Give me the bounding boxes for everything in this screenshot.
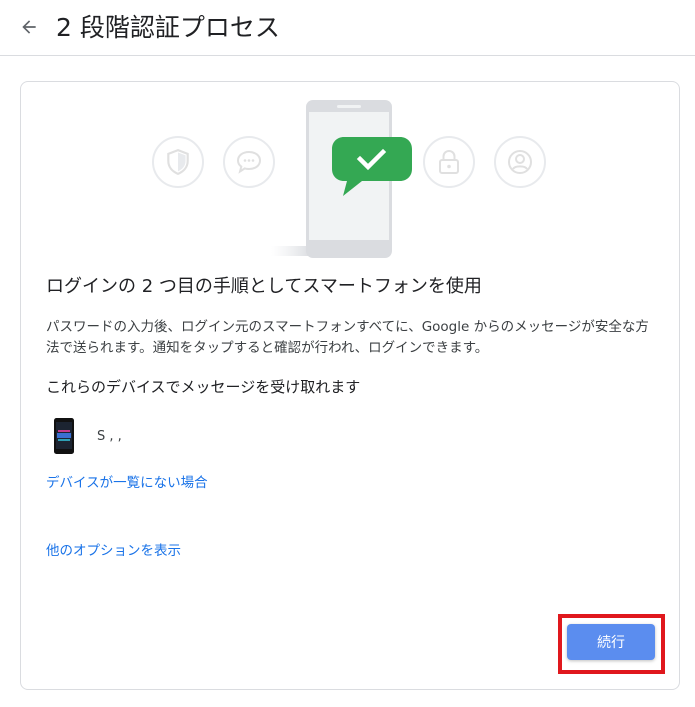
back-button[interactable]	[14, 12, 44, 42]
section-description: パスワードの入力後、ログイン元のスマートフォンすべてに、Google からのメッ…	[46, 319, 649, 356]
lock-icon	[423, 136, 475, 188]
main-card: ログインの 2 つ目の手順としてスマートフォンを使用 パスワードの入力後、ログイ…	[20, 81, 680, 690]
device-item: S , ,	[53, 416, 122, 456]
page-title: 2 段階認証プロセス	[56, 13, 280, 42]
continue-button[interactable]: 続行	[567, 624, 655, 660]
devices-heading: これらのデバイスでメッセージを受け取れます	[46, 378, 361, 396]
section-heading: ログインの 2 つ目の手順としてスマートフォンを使用	[46, 276, 482, 297]
device-missing-link[interactable]: デバイスが一覧にない場合	[46, 473, 208, 493]
top-bar: 2 段階認証プロセス	[0, 0, 695, 56]
device-name: S , ,	[97, 428, 122, 444]
hero-illustration	[21, 82, 681, 262]
chat-bubble-icon	[223, 136, 275, 188]
shield-icon	[152, 136, 204, 188]
account-icon	[494, 136, 546, 188]
phone-with-check-icon	[271, 100, 412, 258]
arrow-back-icon	[22, 20, 36, 34]
more-options-link[interactable]: 他のオプションを表示	[46, 541, 181, 561]
smartphone-icon	[54, 418, 74, 454]
